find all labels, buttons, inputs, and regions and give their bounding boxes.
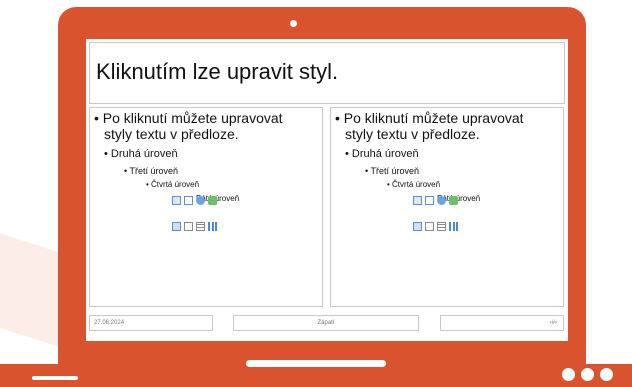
insert-content-icons	[172, 192, 224, 236]
footer-date: 27.06.2024	[94, 320, 125, 326]
insert-picture-icon[interactable]	[413, 196, 422, 205]
content-placeholder-left[interactable]: • Po kliknutí můžete upravovat styly tex…	[89, 107, 323, 307]
insert-smartart-icon[interactable]	[449, 196, 458, 205]
icon-row	[172, 218, 224, 236]
date-placeholder[interactable]: 27.06.2024	[89, 315, 213, 331]
decoration-dot	[600, 368, 613, 381]
camera-dot	[290, 20, 297, 27]
level4-text: • Čtvrtá úroveň	[387, 180, 441, 189]
insert-icons-icon[interactable]	[184, 196, 193, 205]
decoration-dot	[581, 368, 594, 381]
title-placeholder[interactable]: Kliknutím lze upravit styl.	[89, 42, 565, 104]
slide-canvas: Kliknutím lze upravit styl. • Po kliknut…	[86, 39, 568, 341]
level1-text: • Po kliknutí můžete upravovat	[335, 110, 524, 126]
footer-placeholder[interactable]: Zápatí	[233, 315, 419, 331]
insert-video-icon[interactable]	[425, 222, 434, 231]
laptop-base	[0, 364, 632, 387]
slide-number-placeholder[interactable]: ‹#›	[440, 315, 564, 331]
stock-images-icon[interactable]	[413, 222, 422, 231]
level4-text: • Čtvrtá úroveň	[146, 180, 200, 189]
insert-video-icon[interactable]	[184, 222, 193, 231]
insert-chart-icon[interactable]	[449, 222, 458, 231]
insert-3d-model-icon[interactable]	[196, 196, 205, 205]
level1-text: • Po kliknutí můžete upravovat	[94, 110, 283, 126]
insert-content-icons	[413, 192, 465, 236]
insert-3d-model-icon[interactable]	[437, 196, 446, 205]
base-decoration-line	[32, 376, 78, 380]
decoration-dot	[562, 368, 575, 381]
footer-text: Zápatí	[317, 320, 335, 326]
insert-table-icon[interactable]	[196, 222, 205, 231]
laptop-hinge	[246, 360, 386, 367]
stock-images-icon[interactable]	[172, 222, 181, 231]
level1-text: styly textu v předloze.	[345, 126, 480, 142]
insert-chart-icon[interactable]	[208, 222, 217, 231]
content-placeholder-right[interactable]: • Po kliknutí můžete upravovat styly tex…	[330, 107, 564, 307]
insert-smartart-icon[interactable]	[208, 196, 217, 205]
slide-number: ‹#›	[549, 320, 557, 326]
icon-row	[413, 218, 465, 236]
level3-text: • Třetí úroveň	[365, 166, 420, 176]
level1-text: styly textu v předloze.	[104, 126, 239, 142]
slide-title: Kliknutím lze upravit styl.	[96, 59, 339, 84]
insert-icons-icon[interactable]	[425, 196, 434, 205]
level2-text: • Druhá úroveň	[345, 148, 419, 160]
insert-picture-icon[interactable]	[172, 196, 181, 205]
level2-text: • Druhá úroveň	[104, 148, 178, 160]
level3-text: • Třetí úroveň	[124, 166, 179, 176]
insert-table-icon[interactable]	[437, 222, 446, 231]
